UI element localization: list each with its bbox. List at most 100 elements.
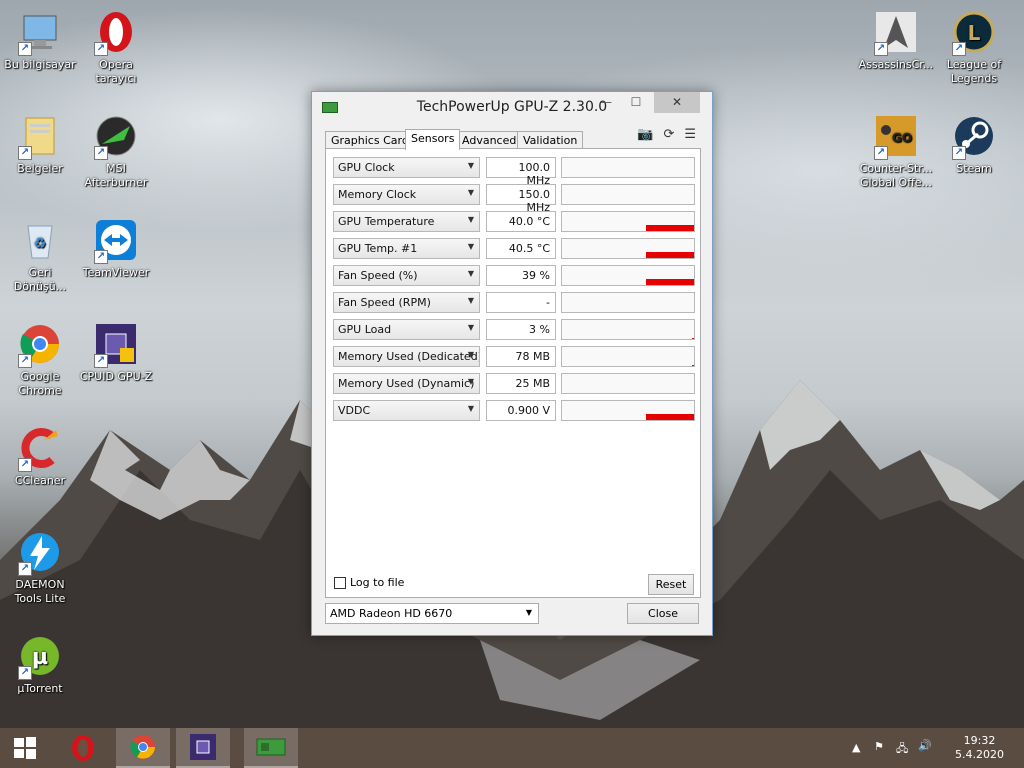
taskbar-cpuid-gpuz[interactable] (176, 728, 230, 768)
sensor-name-dropdown[interactable]: GPU Temperature ▼ (333, 211, 480, 232)
desktop-icon-label: League of Legends (946, 58, 1002, 85)
desktop-icon-steam[interactable]: ↗ Steam (936, 112, 1012, 176)
sensor-name-dropdown[interactable]: Memory Used (Dedicated) ▼ (333, 346, 480, 367)
desktop-icon-label: Google Chrome (18, 370, 62, 397)
desktop-icon-chrome[interactable]: ↗ Google Chrome (2, 320, 78, 398)
chevron-down-icon: ▼ (467, 161, 474, 170)
sensor-value: - (486, 292, 556, 313)
reset-button[interactable]: Reset (648, 574, 694, 595)
chrome-icon (130, 735, 155, 759)
chevron-down-icon: ▼ (467, 404, 474, 413)
taskbar-opera[interactable] (56, 728, 110, 768)
desktop-icon-assassins-creed[interactable]: ↗ AssassinsCr... (858, 8, 934, 72)
taskbar-gpuz-window[interactable] (244, 728, 298, 768)
desktop-icon-teamviewer[interactable]: ↗ TeamViewer (78, 216, 154, 280)
sensor-graph (561, 265, 695, 286)
sensor-row: Fan Speed (%) ▼ 39 % (333, 265, 697, 286)
sensor-name-dropdown[interactable]: Memory Used (Dynamic) ▼ (333, 373, 480, 394)
sensor-row: Memory Clock ▼ 150.0 MHz (333, 184, 697, 214)
sensor-value: 78 MB (486, 346, 556, 367)
volume-icon[interactable]: 🔊 (918, 739, 932, 752)
desktop-icon-bu-bilgisayar[interactable]: ↗ Bu bilgisayar (2, 8, 78, 72)
desktop-icon-opera[interactable]: ↗ Opera tarayıcı (78, 8, 154, 86)
taskbar: ▲ ⚑ 🖧 🔊 19:32 5.4.2020 (0, 728, 1024, 768)
desktop-icon-label: MSI Afterburner (84, 162, 148, 189)
desktop-icon-label: Belgeler (17, 162, 63, 175)
desktop-icon-label: µTorrent (17, 682, 63, 695)
minimize-button[interactable]: — (592, 92, 620, 113)
sensor-name: GPU Clock (338, 161, 395, 174)
sensor-name: GPU Temperature (338, 215, 435, 228)
chevron-down-icon: ▼ (467, 215, 474, 224)
sensor-graph (561, 238, 695, 259)
maximize-button[interactable]: ☐ (622, 92, 650, 113)
sensor-graph (561, 373, 695, 394)
desktop-icon-msi-afterburner[interactable]: ↗ MSI Afterburner (78, 112, 154, 190)
chevron-down-icon: ▼ (467, 188, 474, 197)
desktop-icon-league-of-legends[interactable]: L ↗ League of Legends (936, 8, 1012, 86)
sensor-value: 3 % (486, 319, 556, 340)
title-bar[interactable]: TechPowerUp GPU-Z 2.30.0 — ☐ ✕ (312, 92, 712, 122)
menu-icon[interactable]: ☰ (684, 127, 696, 142)
sensor-name-dropdown[interactable]: Fan Speed (RPM) ▼ (333, 292, 480, 313)
close-button[interactable]: Close (627, 603, 699, 624)
log-to-file-checkbox[interactable] (334, 576, 346, 589)
clock-time: 19:32 (963, 734, 996, 747)
taskbar-chrome[interactable] (116, 728, 170, 768)
network-icon[interactable]: 🖧 (896, 740, 908, 759)
sensor-value: 40.0 °C (486, 211, 556, 232)
sensor-row: GPU Temp. #1 ▼ 40.5 °C (333, 238, 697, 259)
taskbar-clock[interactable]: 19:32 5.4.2020 (955, 734, 1004, 762)
sensor-row: GPU Load ▼ 3 % (333, 319, 697, 340)
sensor-value: 150.0 MHz (486, 184, 556, 214)
gpu-select[interactable]: AMD Radeon HD 6670 ▼ (325, 603, 539, 624)
refresh-icon[interactable]: ⟳ (663, 127, 674, 142)
sensor-name: VDDC (338, 404, 371, 417)
tab-advanced[interactable]: Advanced (456, 131, 523, 149)
gpuz-icon (190, 734, 216, 760)
chevron-down-icon: ▼ (467, 350, 474, 359)
sensor-name-dropdown[interactable]: Fan Speed (%) ▼ (333, 265, 480, 286)
sensor-graph (561, 346, 695, 367)
desktop-icon-belgeler[interactable]: ↗ Belgeler (2, 112, 78, 176)
gpuz-window: TechPowerUp GPU-Z 2.30.0 — ☐ ✕ Graphics … (311, 91, 713, 636)
desktop-icon-daemon-tools[interactable]: ↗ DAEMON Tools Lite (2, 528, 78, 606)
desktop-icon-label: Geri Dönüşü... (13, 266, 67, 293)
sensor-name-dropdown[interactable]: GPU Load ▼ (333, 319, 480, 340)
show-hidden-icons-icon[interactable]: ▲ (852, 741, 860, 754)
sensor-name-dropdown[interactable]: GPU Clock ▼ (333, 157, 480, 178)
log-to-file-row[interactable]: Log to file (334, 576, 404, 589)
sensor-row: GPU Clock ▼ 100.0 MHz (333, 157, 697, 187)
sensor-row: Memory Used (Dynamic) ▼ 25 MB (333, 373, 697, 394)
desktop-icon-recycle-bin[interactable]: ♻ Geri Dönüşü... (2, 216, 78, 294)
sensor-value: 40.5 °C (486, 238, 556, 259)
desktop-icon-ccleaner[interactable]: ↗ CCleaner (2, 424, 78, 488)
tab-graphics-card[interactable]: Graphics Card (325, 131, 415, 149)
action-center-flag-icon[interactable]: ⚑ (874, 740, 884, 753)
sensor-name-dropdown[interactable]: GPU Temp. #1 ▼ (333, 238, 480, 259)
close-window-button[interactable]: ✕ (654, 92, 700, 113)
sensor-name-dropdown[interactable]: Memory Clock ▼ (333, 184, 480, 205)
sensor-value: 0.900 V (486, 400, 556, 421)
sensor-graph (561, 157, 695, 178)
tab-sensors[interactable]: Sensors (405, 129, 461, 150)
sensor-name: Memory Clock (338, 188, 417, 201)
tab-validation[interactable]: Validation (517, 131, 584, 149)
desktop-icon-cpuid-gpuz[interactable]: ↗ CPUID GPU-Z (78, 320, 154, 384)
system-tray: ▲ ⚑ 🖧 🔊 19:32 5.4.2020 (844, 728, 1024, 768)
start-button[interactable] (0, 728, 50, 768)
chevron-down-icon: ▼ (467, 323, 474, 332)
sensor-row: VDDC ▼ 0.900 V (333, 400, 697, 421)
sensors-panel: GPU Clock ▼ 100.0 MHz Memory Clock ▼ 150.0 MH… (325, 148, 701, 598)
start-icon (14, 737, 36, 759)
sensor-row: GPU Temperature ▼ 40.0 °C (333, 211, 697, 232)
chevron-down-icon: ▼ (467, 296, 474, 305)
sensor-graph-bar (646, 279, 694, 285)
sensor-name: Fan Speed (%) (338, 269, 418, 282)
desktop-icon-utorrent[interactable]: µ ↗ µTorrent (2, 632, 78, 696)
sensor-graph (561, 211, 695, 232)
sensor-name-dropdown[interactable]: VDDC ▼ (333, 400, 480, 421)
camera-icon[interactable]: 📷 (637, 127, 653, 142)
desktop-icon-label: Steam (956, 162, 992, 175)
desktop-icon-csgo[interactable]: GO ↗ Counter-Str... Global Offe... (858, 112, 934, 190)
